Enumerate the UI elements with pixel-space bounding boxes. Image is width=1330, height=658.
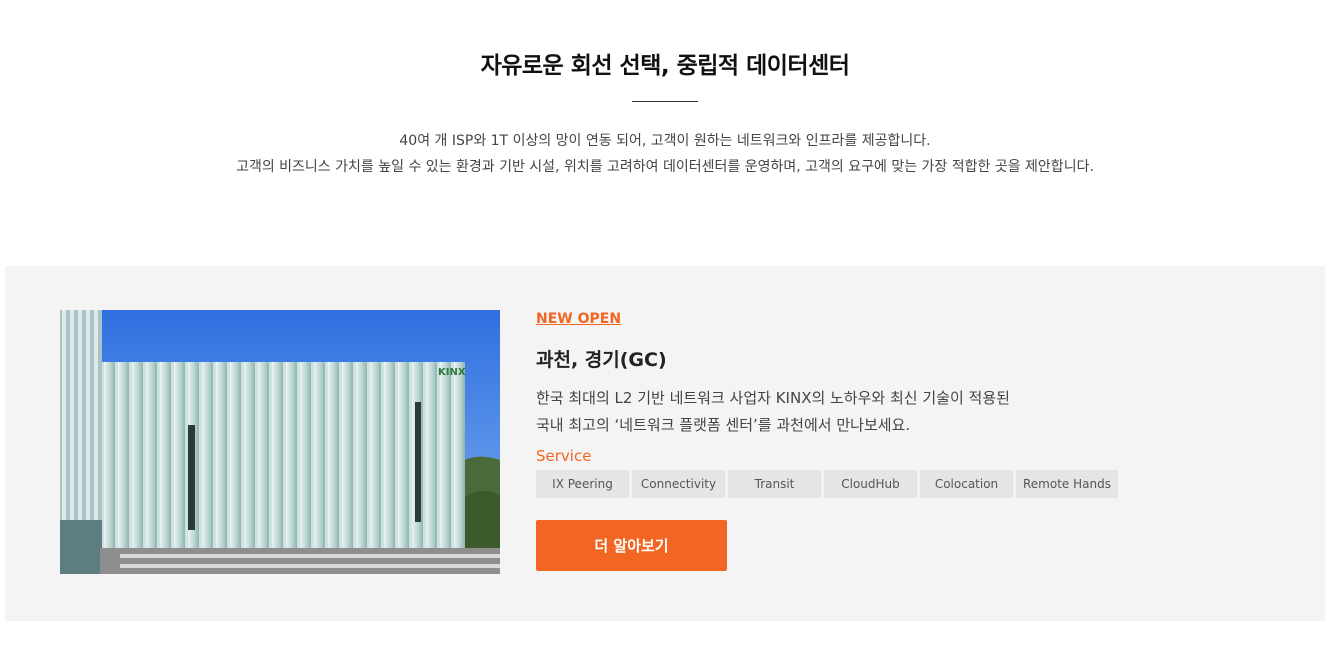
new-open-badge[interactable]: NEW OPEN — [536, 311, 1236, 333]
datacenter-description: 한국 최대의 L2 기반 네트워크 사업자 KINX의 노하우와 최신 기술이 … — [536, 385, 1236, 439]
tag-colocation: Colocation — [920, 470, 1013, 498]
datacenter-location: 과천, 경기(GC) — [536, 349, 667, 371]
tag-remote-hands: Remote Hands — [1016, 470, 1118, 498]
svg-text:KINX: KINX — [438, 367, 466, 378]
description-line-2: 고객의 비즈니스 가치를 높일 수 있는 환경과 기반 시설, 위치를 고려하여… — [236, 159, 1094, 175]
description-line-2: 국내 최고의 ‘네트워크 플랫폼 센터’를 과천에서 만나보세요. — [536, 416, 911, 434]
description-line-1: 40여 개 ISP와 1T 이상의 망이 연동 되어, 고객이 원하는 네트워크… — [399, 133, 931, 149]
datacenter-building-photo: KINX — [60, 310, 500, 574]
title-divider — [632, 101, 698, 102]
description-line-1: 한국 최대의 L2 기반 네트워크 사업자 KINX의 노하우와 최신 기술이 … — [536, 389, 1010, 407]
service-tags: IX Peering Connectivity Transit CloudHub… — [536, 470, 1236, 498]
datacenter-info: NEW OPEN 과천, 경기(GC) 한국 최대의 L2 기반 네트워크 사업… — [536, 311, 1236, 571]
datacenter-card: KINX NEW OPEN 과천, 경기(GC) 한국 최대의 L2 기반 네트… — [5, 266, 1325, 621]
learn-more-button[interactable]: 더 알아보기 — [536, 520, 727, 571]
tag-transit: Transit — [728, 470, 821, 498]
tag-cloudhub: CloudHub — [824, 470, 917, 498]
section-title: 자유로운 회선 선택, 중립적 데이터센터 — [480, 53, 850, 79]
tag-ix-peering: IX Peering — [536, 470, 629, 498]
service-label: Service — [536, 447, 592, 465]
tag-connectivity: Connectivity — [632, 470, 725, 498]
section-description: 40여 개 ISP와 1T 이상의 망이 연동 되어, 고객이 원하는 네트워크… — [0, 128, 1330, 180]
